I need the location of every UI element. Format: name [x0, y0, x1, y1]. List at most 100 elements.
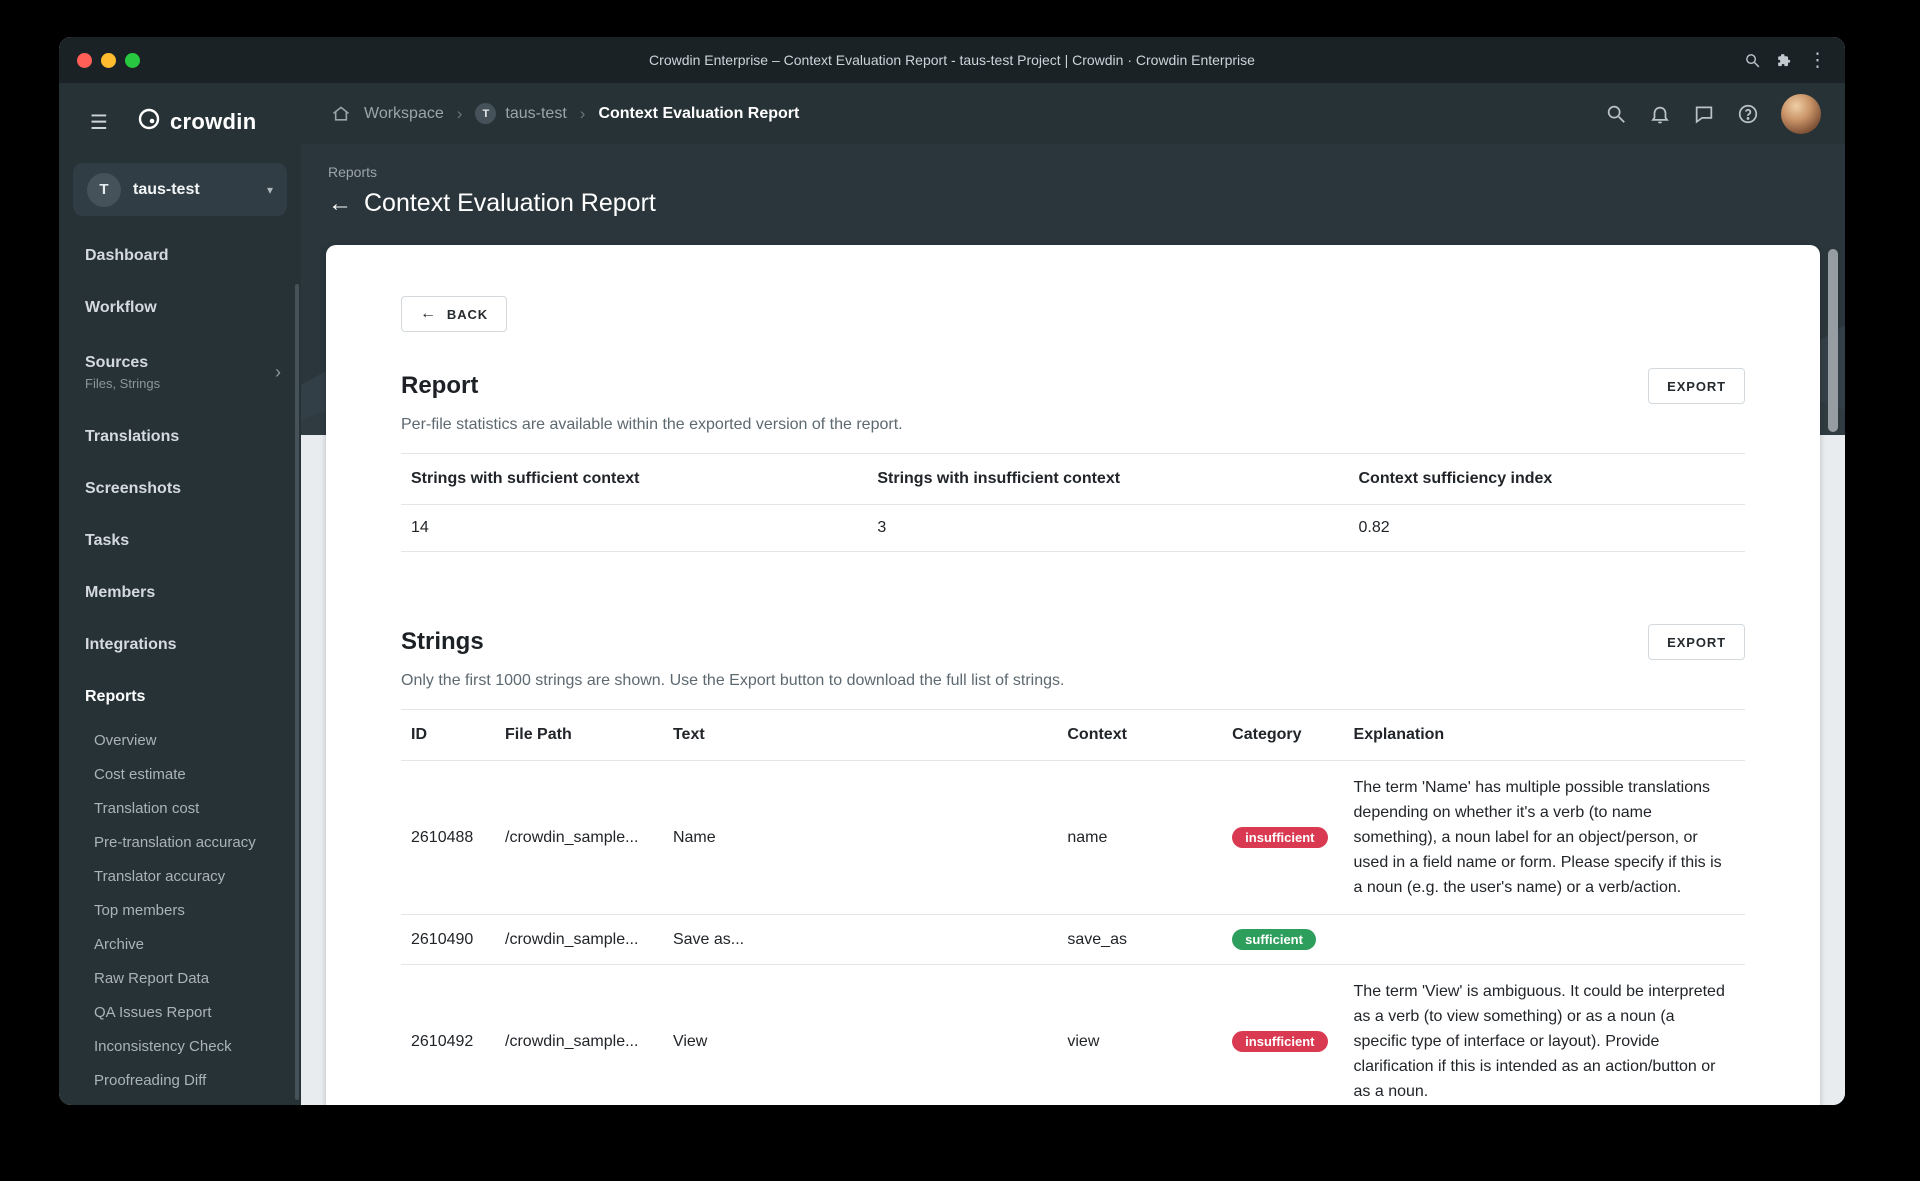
stats-value-row: 14 3 0.82 [401, 504, 1745, 552]
extensions-icon[interactable] [1776, 52, 1793, 69]
strings-section-title: Strings [401, 628, 484, 655]
stats-header-index: Context sufficiency index [1348, 453, 1745, 505]
sidebar-subitem-translator-accuracy[interactable]: Translator accuracy [59, 859, 301, 893]
subitem-label: Translation cost [94, 799, 200, 817]
cell-explanation: The term 'View' is ambiguous. It could b… [1343, 964, 1745, 1105]
reports-submenu: Overview Cost estimate Translation cost … [59, 723, 301, 1097]
sidebar-item-sources[interactable]: Sources Files, Strings › [59, 334, 301, 411]
home-icon[interactable] [331, 104, 351, 124]
report-section-subtitle: Per-file statistics are available within… [401, 416, 903, 433]
sidebar-subitem-raw-report-data[interactable]: Raw Report Data [59, 961, 301, 995]
minimize-window-button[interactable] [101, 52, 116, 68]
sidebar-item-label: Translations [85, 428, 180, 445]
page-scrollbar-thumb[interactable] [1828, 249, 1838, 432]
col-header-category: Category [1222, 709, 1344, 761]
hamburger-menu-icon[interactable]: ☰ [90, 110, 112, 135]
sidebar-item-dashboard[interactable]: Dashboard [59, 230, 301, 282]
strings-table: ID File Path Text Context Category Expla… [401, 709, 1745, 1105]
table-row: 2610492 /crowdin_sample... View view ins… [401, 964, 1745, 1105]
zoom-window-button[interactable] [125, 52, 140, 68]
crowdin-logo-icon [137, 107, 161, 137]
stats-value-sufficient: 14 [401, 504, 868, 552]
subitem-label: Inconsistency Check [94, 1037, 232, 1055]
cell-context: name [1057, 760, 1223, 915]
cell-explanation [1343, 914, 1745, 965]
sidebar-item-label: Reports [85, 688, 146, 705]
sidebar-subitem-inconsistency-check[interactable]: Inconsistency Check [59, 1029, 301, 1063]
chevron-right-icon: › [275, 362, 281, 382]
sidebar-item-workflow[interactable]: Workflow [59, 282, 301, 334]
sidebar-item-label: Members [85, 584, 156, 601]
breadcrumb-label: taus-test [505, 104, 567, 122]
help-icon[interactable] [1737, 103, 1759, 125]
subitem-label: Overview [94, 731, 157, 749]
col-header-id: ID [401, 709, 496, 761]
topbar-actions [1605, 93, 1821, 134]
stats-value-insufficient: 3 [867, 504, 1349, 552]
col-header-explanation: Explanation [1343, 709, 1745, 761]
sidebar-subitem-top-members[interactable]: Top members [59, 893, 301, 927]
back-arrow-icon[interactable]: ← [328, 191, 352, 216]
export-report-button[interactable]: EXPORT [1648, 368, 1745, 404]
category-badge: insufficient [1232, 827, 1328, 848]
close-window-button[interactable] [77, 52, 92, 68]
main-area: Workspace › T taus-test › Context Evalua… [301, 83, 1845, 1105]
cell-id: 2610492 [401, 964, 496, 1105]
sidebar-subitem-cost-estimate[interactable]: Cost estimate [59, 757, 301, 791]
breadcrumb-separator-icon: › [456, 103, 463, 123]
export-button-label: EXPORT [1667, 634, 1726, 650]
sidebar-item-reports[interactable]: Reports [59, 671, 301, 723]
sidebar-item-tasks[interactable]: Tasks [59, 515, 301, 567]
col-header-file-path: File Path [495, 709, 663, 761]
export-strings-button[interactable]: EXPORT [1648, 624, 1745, 660]
sidebar-item-members[interactable]: Members [59, 567, 301, 619]
user-avatar[interactable] [1781, 93, 1821, 134]
sidebar-subitem-overview[interactable]: Overview [59, 723, 301, 757]
sidebar-item-label: Dashboard [85, 247, 169, 264]
stats-header-row: Strings with sufficient context Strings … [401, 453, 1745, 505]
hero-section-label: Reports [328, 164, 378, 180]
stats-value-index: 0.82 [1348, 504, 1745, 552]
browser-window: Crowdin Enterprise – Context Evaluation … [59, 37, 1845, 1105]
window-title: Crowdin Enterprise – Context Evaluation … [649, 52, 1255, 68]
subitem-label: QA Issues Report [94, 1003, 212, 1021]
browser-menu-icon[interactable]: ⋮ [1808, 51, 1827, 70]
sidebar-scrollbar-thumb[interactable] [295, 284, 299, 1100]
breadcrumb-workspace[interactable]: Workspace [364, 105, 444, 123]
subitem-label: Top members [94, 901, 185, 919]
tab-search-icon[interactable] [1744, 52, 1761, 69]
sidebar-item-integrations[interactable]: Integrations [59, 619, 301, 671]
sidebar-subitem-pre-translation-accuracy[interactable]: Pre-translation accuracy [59, 825, 301, 859]
messages-icon[interactable] [1693, 103, 1715, 125]
project-selector[interactable]: T taus-test ▾ [73, 163, 287, 216]
cell-id: 2610490 [401, 914, 496, 965]
notifications-bell-icon[interactable] [1649, 103, 1671, 125]
sidebar-subitem-qa-issues-report[interactable]: QA Issues Report [59, 995, 301, 1029]
cell-text: Save as... [662, 914, 1058, 965]
browser-titlebar: Crowdin Enterprise – Context Evaluation … [59, 37, 1845, 83]
project-name: taus-test [133, 180, 200, 198]
sidebar-subitem-archive[interactable]: Archive [59, 927, 301, 961]
stats-header-sufficient: Strings with sufficient context [401, 453, 868, 505]
report-section-title: Report [401, 372, 479, 399]
back-button[interactable]: ← BACK [401, 296, 508, 332]
breadcrumb-current: Context Evaluation Report [598, 105, 799, 123]
cell-file-path: /crowdin_sample... [495, 760, 663, 915]
search-icon[interactable] [1605, 103, 1627, 125]
page-title: Context Evaluation Report [364, 189, 656, 217]
project-avatar-small: T [475, 103, 497, 124]
sidebar-nav: Dashboard Workflow Sources Files, String… [59, 230, 301, 1097]
caret-down-icon: ▾ [266, 182, 273, 197]
col-header-context: Context [1057, 709, 1223, 761]
sidebar-item-translations[interactable]: Translations [59, 411, 301, 463]
breadcrumb-project[interactable]: T taus-test [475, 103, 567, 124]
sidebar-subitem-translation-cost[interactable]: Translation cost [59, 791, 301, 825]
sidebar-item-screenshots[interactable]: Screenshots [59, 463, 301, 515]
cell-context: save_as [1057, 914, 1223, 965]
sidebar-item-label: Tasks [85, 532, 130, 549]
app-topbar: Workspace › T taus-test › Context Evalua… [301, 83, 1845, 144]
sidebar-item-label: Integrations [85, 636, 177, 653]
sidebar-subitem-proofreading-diff[interactable]: Proofreading Diff [59, 1063, 301, 1097]
crowdin-logo[interactable]: crowdin [137, 107, 256, 137]
subitem-label: Cost estimate [94, 765, 186, 783]
